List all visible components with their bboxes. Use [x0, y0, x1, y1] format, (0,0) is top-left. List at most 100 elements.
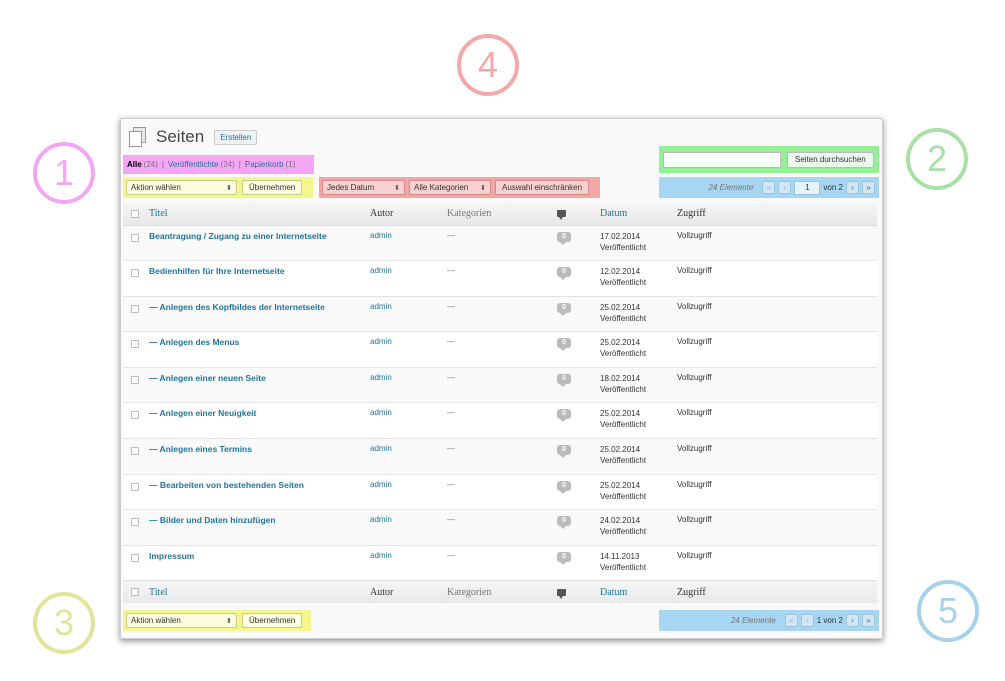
- col-author: Autor: [370, 203, 447, 226]
- callout-3: 3: [33, 592, 95, 654]
- date-cell: 14.11.2013 Veröffentlicht: [600, 545, 677, 582]
- row-checkbox[interactable]: [131, 411, 139, 420]
- col-comments[interactable]: [557, 580, 600, 603]
- items-count: 24 Elemente: [730, 616, 776, 625]
- page-title-link[interactable]: — Anlegen einer Neuigkeit: [149, 408, 256, 418]
- page-title-link[interactable]: — Bilder und Daten hinzufügen: [149, 515, 276, 525]
- col-title[interactable]: Titel: [149, 580, 370, 603]
- row-checkbox[interactable]: [131, 269, 139, 278]
- author-cell: admin: [370, 474, 447, 511]
- pages-icon: [129, 127, 147, 147]
- row-checkbox[interactable]: [131, 304, 139, 313]
- date-cell: 25.02.2014 Veröffentlicht: [600, 402, 677, 440]
- prev-page-button[interactable]: ‹: [778, 181, 792, 194]
- first-page-button[interactable]: «: [784, 614, 798, 627]
- filter-submit-button[interactable]: Auswahl einschränken: [495, 180, 590, 195]
- page-title-link[interactable]: Bedienhilfen für Ihre Internetseite: [149, 266, 285, 276]
- view-published-link[interactable]: Veröffentlichte: [168, 160, 219, 169]
- comments-icon: [557, 588, 566, 599]
- callout-3-number: 3: [53, 602, 75, 643]
- page-title-link[interactable]: Beantragung / Zugang zu einer Internetse…: [149, 231, 327, 241]
- callout-2-number: 2: [926, 138, 948, 179]
- date-cell: 25.02.2014 Veröffentlicht: [600, 474, 677, 511]
- table-row: — Anlegen eines Termins admin —0 25.02.2014…: [123, 438, 877, 475]
- page-title-link[interactable]: — Bearbeiten von bestehenden Seiten: [149, 480, 304, 490]
- page-title-link[interactable]: Impressum: [149, 551, 194, 561]
- date-cell: 24.02.2014 Veröffentlicht: [600, 509, 677, 546]
- select-arrows-icon: ⬍: [226, 617, 232, 625]
- comment-count-badge[interactable]: 0: [557, 516, 571, 530]
- author-link[interactable]: admin: [370, 444, 392, 453]
- row-checkbox[interactable]: [131, 482, 139, 491]
- row-select-cell: [123, 225, 149, 262]
- filter-bar: Jedes Datum ⬍ Alle Kategorien ⬍ Auswahl ei…: [319, 177, 600, 198]
- author-link[interactable]: admin: [370, 266, 392, 275]
- view-trash-link[interactable]: Papierkorb: [245, 160, 284, 169]
- comments-cell: 0: [557, 545, 600, 582]
- title-cell: — Anlegen des Kopfbildes der Internetsei…: [149, 296, 370, 333]
- table-header-row: Titel Autor Kategorien Datum Zugriff: [123, 203, 877, 226]
- view-trash-count: (1): [285, 160, 296, 169]
- row-select-cell: [123, 474, 149, 511]
- comment-count-badge[interactable]: 0: [557, 338, 571, 352]
- category-filter-select[interactable]: Alle Kategorien ⬍: [409, 180, 491, 195]
- comment-count-badge[interactable]: 0: [557, 445, 571, 459]
- comment-count-badge[interactable]: 0: [557, 551, 571, 565]
- access-cell: Vollzugriff: [677, 402, 877, 440]
- author-cell: admin: [370, 438, 447, 475]
- comment-count-badge[interactable]: 0: [557, 231, 571, 245]
- page-title-link[interactable]: — Anlegen eines Termins: [149, 444, 252, 454]
- comment-count-badge[interactable]: 0: [557, 480, 571, 494]
- row-checkbox[interactable]: [131, 553, 139, 562]
- table-row: Bedienhilfen für Ihre Internetseite admin…: [123, 260, 877, 297]
- comment-count-badge[interactable]: 0: [557, 267, 571, 281]
- access-cell: Vollzugriff: [677, 225, 877, 262]
- date-filter-select[interactable]: Jedes Datum ⬍: [322, 180, 405, 195]
- row-checkbox[interactable]: [131, 233, 139, 242]
- author-link[interactable]: admin: [370, 515, 392, 524]
- first-page-button[interactable]: «: [762, 181, 776, 194]
- author-link[interactable]: admin: [370, 302, 392, 311]
- author-link[interactable]: admin: [370, 480, 392, 489]
- select-all-checkbox[interactable]: [131, 209, 139, 218]
- bulk-action-select[interactable]: Aktion wählen ⬍: [126, 613, 237, 628]
- row-checkbox[interactable]: [131, 447, 139, 456]
- col-date[interactable]: Datum: [600, 580, 677, 603]
- current-page-input[interactable]: 1: [794, 180, 821, 195]
- col-comments[interactable]: [557, 203, 600, 226]
- author-link[interactable]: admin: [370, 373, 392, 382]
- category-filter-value: Alle Kategorien: [414, 183, 469, 192]
- bulk-action-select[interactable]: Aktion wählen ⬍: [126, 180, 237, 195]
- comment-count-badge[interactable]: 0: [557, 373, 571, 387]
- author-link[interactable]: admin: [370, 337, 392, 346]
- page-title-link[interactable]: — Anlegen einer neuen Seite: [149, 373, 266, 383]
- row-select-cell: [123, 438, 149, 475]
- author-link[interactable]: admin: [370, 231, 392, 240]
- row-checkbox[interactable]: [131, 340, 139, 349]
- comment-count-badge[interactable]: 0: [557, 302, 571, 316]
- row-checkbox[interactable]: [131, 375, 139, 384]
- page-title-link[interactable]: — Anlegen des Menus: [149, 337, 239, 347]
- last-page-button[interactable]: »: [862, 181, 875, 194]
- col-date[interactable]: Datum: [600, 203, 677, 226]
- page-title-link[interactable]: — Anlegen des Kopfbildes der Internetsei…: [149, 302, 325, 312]
- next-page-button[interactable]: ›: [846, 181, 859, 194]
- bulk-apply-button[interactable]: Übernehmen: [242, 180, 303, 195]
- row-checkbox[interactable]: [131, 518, 139, 527]
- author-cell: admin: [370, 331, 447, 368]
- page-header: Seiten Erstellen: [129, 127, 258, 147]
- author-link[interactable]: admin: [370, 551, 392, 560]
- comment-count-badge[interactable]: 0: [557, 409, 571, 423]
- bulk-action-select-value: Aktion wählen: [131, 183, 181, 192]
- prev-page-button[interactable]: ‹: [800, 614, 814, 627]
- last-page-button[interactable]: »: [862, 614, 875, 627]
- search-input[interactable]: [663, 151, 781, 168]
- select-all-checkbox[interactable]: [131, 588, 139, 597]
- add-new-button[interactable]: Erstellen: [214, 129, 258, 145]
- search-button[interactable]: Seiten durchsuchen: [787, 151, 874, 168]
- next-page-button[interactable]: ›: [846, 614, 859, 627]
- bulk-apply-button[interactable]: Übernehmen: [242, 613, 303, 628]
- col-title[interactable]: Titel: [149, 203, 370, 226]
- author-link[interactable]: admin: [370, 408, 392, 417]
- view-all-link[interactable]: Alle: [127, 160, 142, 169]
